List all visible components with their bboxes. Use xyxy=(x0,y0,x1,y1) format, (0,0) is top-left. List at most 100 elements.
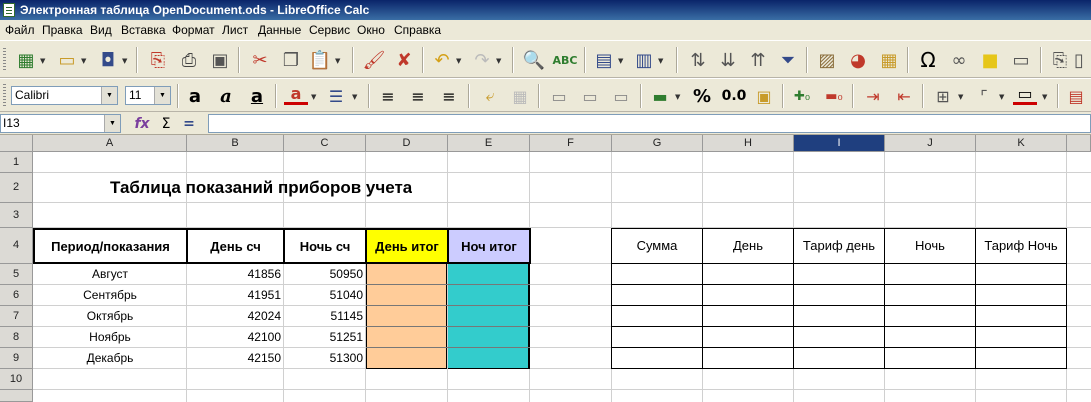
row-header-3[interactable]: 3 xyxy=(0,203,33,228)
percent-icon[interactable]: % xyxy=(690,84,714,108)
cell-b6[interactable]: 41951 xyxy=(187,285,284,306)
columns-icon[interactable]: ▥ xyxy=(632,48,656,72)
header-footer-icon[interactable]: ▭ xyxy=(1009,48,1033,72)
toolbar-grip[interactable] xyxy=(3,84,6,108)
cell-c6[interactable]: 51040 xyxy=(284,285,366,306)
date-icon[interactable]: ▣ xyxy=(752,84,776,108)
borders-icon[interactable]: ⊞ xyxy=(931,84,955,108)
clone-icon[interactable]: 🖌 xyxy=(362,48,386,72)
border-style-dropdown-icon[interactable]: ▼ xyxy=(999,93,1004,101)
column-header-f[interactable]: F xyxy=(530,135,612,152)
menu-insert[interactable]: Вставка xyxy=(121,23,166,37)
header-period[interactable]: Период/показания xyxy=(33,228,188,264)
font-color-icon[interactable]: a xyxy=(284,84,308,105)
add-decimal-icon[interactable]: ✚₀ xyxy=(790,84,814,108)
preview-icon[interactable]: ▣ xyxy=(208,48,232,72)
day-total-range[interactable] xyxy=(366,264,447,369)
cell-b7[interactable]: 42024 xyxy=(187,306,284,327)
column-header-k[interactable]: K xyxy=(976,135,1067,152)
cell-c5[interactable]: 50950 xyxy=(284,264,366,285)
row-header-7[interactable]: 7 xyxy=(0,306,33,327)
undo-dropdown-icon[interactable]: ▼ xyxy=(456,57,461,65)
menu-format[interactable]: Формат xyxy=(172,23,215,37)
save-dropdown-icon[interactable]: ▼ xyxy=(122,57,127,65)
row-header-10[interactable]: 10 xyxy=(0,369,33,390)
copy-icon[interactable]: ❐ xyxy=(279,48,303,72)
clear-format-icon[interactable]: ✘ xyxy=(392,48,416,72)
print-icon[interactable]: ⎙ xyxy=(177,48,201,72)
menu-data[interactable]: Данные xyxy=(258,23,301,37)
merge-icon[interactable]: ▦ xyxy=(508,84,532,108)
select-all-corner[interactable] xyxy=(0,135,33,152)
menu-tools[interactable]: Сервис xyxy=(309,23,350,37)
column-header-g[interactable]: G xyxy=(612,135,703,152)
align-bottom-icon[interactable]: ▭ xyxy=(609,84,633,108)
borders-dropdown-icon[interactable]: ▼ xyxy=(958,93,963,101)
menu-edit[interactable]: Правка xyxy=(42,23,83,37)
row-header-2[interactable]: 2 xyxy=(0,173,33,203)
underline-icon[interactable]: a xyxy=(245,84,269,108)
border-color-dropdown-icon[interactable]: ▼ xyxy=(1042,93,1047,101)
font-color-dropdown-icon[interactable]: ▼ xyxy=(311,93,316,101)
column-header-h[interactable]: H xyxy=(703,135,794,152)
header-night[interactable]: Ночь xyxy=(885,228,975,263)
font-name-combo[interactable]: Calibri ▼ xyxy=(11,86,118,105)
indent-decrease-icon[interactable]: ⇤ xyxy=(892,84,916,108)
align-right-icon[interactable]: ≡ xyxy=(437,84,461,108)
italic-icon[interactable]: a xyxy=(214,84,238,108)
spreadsheet-grid[interactable]: A B C D E F G H I J K 1 2 3 4 5 6 7 8 9 … xyxy=(0,135,1091,402)
formula-icon[interactable]: = xyxy=(179,114,199,133)
cell-c9[interactable]: 51300 xyxy=(284,348,366,369)
paste-dropdown-icon[interactable]: ▼ xyxy=(335,57,340,65)
new-dropdown-icon[interactable]: ▼ xyxy=(40,57,45,65)
cell-a7[interactable]: Октябрь xyxy=(33,306,187,327)
column-header-d[interactable]: D xyxy=(366,135,448,152)
row-header-6[interactable]: 6 xyxy=(0,285,33,306)
menu-sheet[interactable]: Лист xyxy=(222,23,248,37)
function-wizard-icon[interactable]: fx xyxy=(132,114,152,133)
header-night-meter[interactable]: Ночь сч xyxy=(283,228,367,264)
spellcheck-icon[interactable]: ABC xyxy=(553,48,578,72)
chevron-down-icon[interactable]: ▼ xyxy=(104,115,120,132)
conditional-icon[interactable]: ▤ xyxy=(1064,84,1088,108)
name-box[interactable]: I13 ▼ xyxy=(0,114,121,133)
header-day-total[interactable]: День итог xyxy=(365,228,449,264)
open-dropdown-icon[interactable]: ▼ xyxy=(81,57,86,65)
currency-dropdown-icon[interactable]: ▼ xyxy=(675,93,680,101)
new-icon[interactable]: ▦ xyxy=(14,48,38,72)
menu-file[interactable]: Файл xyxy=(5,23,35,37)
row-header-4[interactable]: 4 xyxy=(0,228,33,264)
find-icon[interactable]: 🔍 xyxy=(522,48,546,72)
filter-icon[interactable]: ⏷ xyxy=(776,48,800,72)
header-tariff-night[interactable]: Тариф Ночь xyxy=(976,228,1066,263)
cell-b5[interactable]: 41856 xyxy=(187,264,284,285)
formula-input[interactable] xyxy=(208,114,1091,133)
sum-icon[interactable]: Σ xyxy=(156,114,176,133)
column-header-a[interactable]: A xyxy=(33,135,187,152)
header-night-total[interactable]: Ноч итог xyxy=(447,228,531,264)
special-char-icon[interactable]: Ω xyxy=(916,48,940,72)
cell-a5[interactable]: Август xyxy=(33,264,187,285)
border-color-icon[interactable]: ▭ xyxy=(1013,84,1037,105)
align-left-icon[interactable]: ≡ xyxy=(376,84,400,108)
align-middle-icon[interactable]: ▭ xyxy=(578,84,602,108)
columns-dropdown-icon[interactable]: ▼ xyxy=(658,57,663,65)
paste-icon[interactable]: 📋 xyxy=(308,48,332,72)
column-header-b[interactable]: B xyxy=(187,135,284,152)
cut-icon[interactable]: ✂ xyxy=(248,48,272,72)
row-header-8[interactable]: 8 xyxy=(0,327,33,348)
chevron-down-icon[interactable]: ▼ xyxy=(101,87,117,104)
header-day-meter[interactable]: День сч xyxy=(186,228,285,264)
header-day[interactable]: День xyxy=(703,228,793,263)
pdf-icon[interactable]: ⎘ xyxy=(146,48,170,72)
chevron-down-icon[interactable]: ▼ xyxy=(154,87,170,104)
cell-c7[interactable]: 51145 xyxy=(284,306,366,327)
rows-dropdown-icon[interactable]: ▼ xyxy=(618,57,623,65)
indent-increase-icon[interactable]: ⇥ xyxy=(861,84,885,108)
comment-icon[interactable]: ■ xyxy=(978,48,1002,72)
toolbar-grip[interactable] xyxy=(3,48,6,72)
border-style-icon[interactable]: ⌜ xyxy=(972,84,996,108)
rows-icon[interactable]: ▤ xyxy=(592,48,616,72)
decimal-icon[interactable]: 0.0 xyxy=(719,84,749,108)
menu-view[interactable]: Вид xyxy=(90,23,112,37)
